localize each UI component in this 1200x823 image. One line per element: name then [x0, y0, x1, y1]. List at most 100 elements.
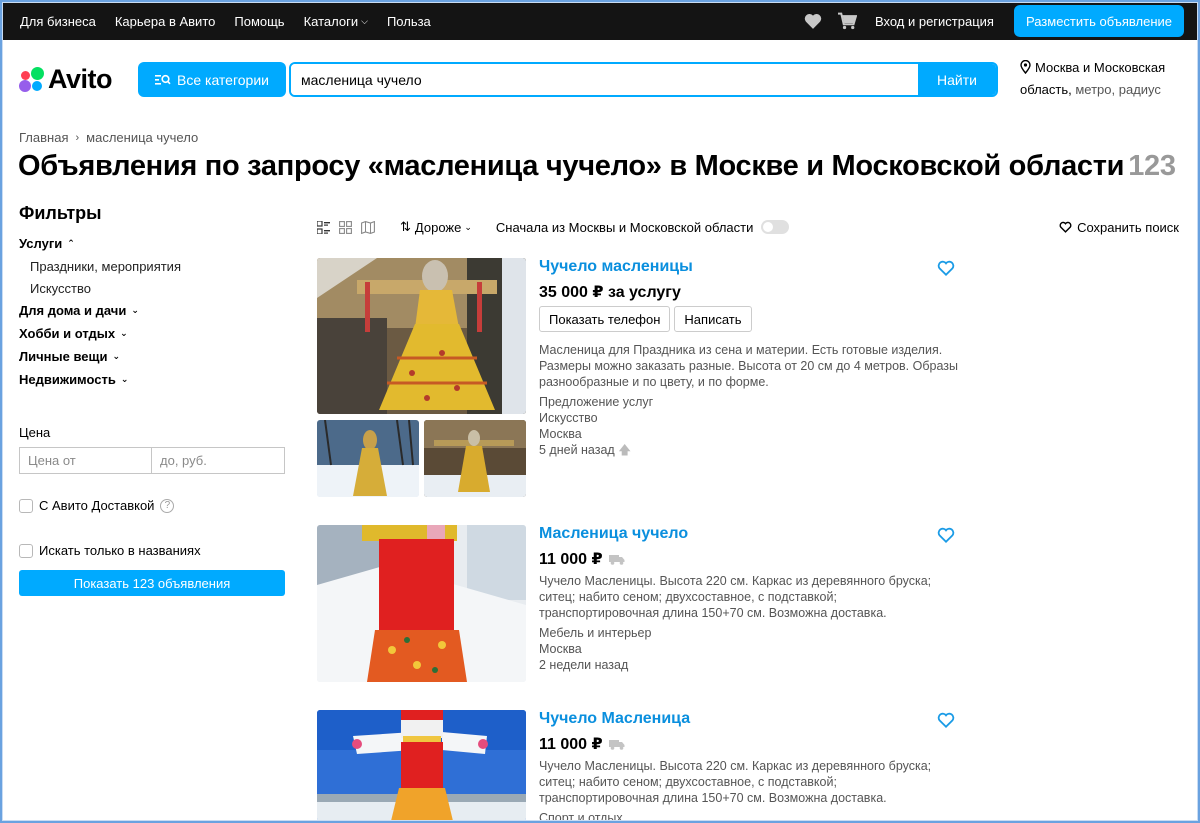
price-label: Цена: [19, 425, 51, 440]
search-input[interactable]: [291, 64, 918, 95]
delivery-checkbox[interactable]: [19, 498, 33, 513]
nav-link-business[interactable]: Для бизнеса: [20, 14, 96, 29]
listing-meta: Спорт и отдых: [539, 810, 623, 821]
moscow-first-toggle[interactable]: [761, 220, 790, 234]
filter-category-hobby[interactable]: Хобби и отдых ⌄: [19, 322, 285, 345]
delivery-truck-icon: [608, 739, 625, 750]
sort-arrows-icon: ⇅: [400, 219, 411, 234]
listing-photo-main[interactable]: [317, 258, 526, 414]
nav-link-catalogs[interactable]: Каталоги ⌵: [304, 14, 368, 29]
site-header: Avito Все категории Найти Москва и Моско…: [2, 40, 1198, 120]
listing-item[interactable]: Чучело масленицы 35 000 ₽ за услугу Пока…: [317, 258, 958, 498]
chevron-down-icon: ⌄: [120, 328, 128, 338]
breadcrumb-home[interactable]: Главная: [19, 130, 68, 145]
favorite-heart-icon[interactable]: [937, 527, 955, 545]
listing-description: Чучело Масленицы. Высота 220 см. Каркас …: [539, 759, 932, 805]
filter-subcategory-holidays[interactable]: Праздники, мероприятия: [19, 255, 285, 277]
titles-only-label: Искать только в названиях: [39, 543, 201, 558]
listing-photo-main[interactable]: [317, 525, 526, 682]
results-toolbar: ⇅ Дороже ⌄ Сначала из Москвы и Московско…: [317, 216, 1179, 238]
listing-price-value: 35 000 ₽ за услугу: [539, 284, 681, 301]
show-phone-button[interactable]: Показать телефон: [539, 306, 671, 332]
price-from-input[interactable]: [19, 447, 152, 474]
breadcrumb-current[interactable]: масленица чучело: [86, 130, 198, 145]
favorite-heart-icon[interactable]: [937, 260, 955, 278]
filter-category-services[interactable]: Услуги ⌃: [19, 232, 285, 255]
grid-view-icon[interactable]: [339, 220, 352, 234]
listing-title[interactable]: Чучело Масленица: [539, 710, 690, 728]
listing-title[interactable]: Масленица чучело: [539, 525, 688, 543]
listing-price-value: 11 000 ₽: [539, 551, 603, 568]
nav-link-help[interactable]: Помощь: [234, 14, 284, 29]
nav-link-benefit[interactable]: Польза: [387, 14, 431, 29]
avito-logo-dots-icon: [19, 66, 46, 93]
listing-photo-thumb[interactable]: [424, 420, 526, 497]
listing-price: 35 000 ₽ за услугу: [539, 282, 681, 302]
listing-meta-date: 2 недели назад: [539, 658, 629, 672]
moscow-first-toggle-row: Сначала из Москвы и Московской области: [496, 220, 790, 235]
page-title-text: Объявления по запросу «масленица чучело»…: [18, 150, 1125, 182]
nav-link-catalogs-label: Каталоги: [303, 13, 359, 29]
avito-logo[interactable]: Avito: [19, 64, 113, 95]
favorite-heart-icon[interactable]: [937, 712, 955, 730]
write-message-button[interactable]: Написать: [674, 306, 752, 332]
login-link[interactable]: Вход и регистрация: [875, 14, 994, 29]
search-button[interactable]: Найти: [918, 64, 996, 95]
search-bar: Найти: [289, 62, 998, 97]
listing-meta-date: 5 дней назад 🡅: [539, 442, 653, 458]
location-line1: Москва и Московская: [1035, 60, 1166, 75]
show-results-button[interactable]: Показать 123 объявления: [19, 570, 285, 596]
nav-link-career[interactable]: Карьера в Авито: [115, 14, 216, 29]
chevron-down-icon: ⌄: [464, 221, 472, 232]
titles-only-checkbox[interactable]: [19, 543, 33, 558]
help-question-icon[interactable]: ?: [160, 498, 175, 513]
listing-meta-category: Искусство: [539, 411, 598, 425]
favorites-heart-icon[interactable]: [803, 11, 823, 31]
listing-photo-main[interactable]: [317, 710, 526, 821]
price-to-input[interactable]: [152, 447, 285, 474]
breadcrumb-separator-icon: ›: [75, 131, 80, 144]
cart-icon[interactable]: [837, 11, 857, 31]
filter-category-hobby-label: Хобби и отдых: [19, 326, 116, 341]
save-search-label: Сохранить поиск: [1077, 219, 1179, 235]
filters-sidebar: Фильтры Услуги ⌃ Праздники, мероприятия И…: [19, 203, 285, 558]
listing-price: 11 000 ₽: [539, 549, 625, 569]
filter-category-realty-label: Недвижимость: [19, 372, 116, 387]
delivery-filter[interactable]: С Авито Доставкой ?: [19, 498, 285, 513]
listing-price: 11 000 ₽: [539, 734, 625, 754]
chevron-down-icon: ⌵: [361, 15, 368, 26]
breadcrumb: Главная › масленица чучело: [19, 130, 198, 145]
chevron-down-icon: ⌄: [131, 305, 139, 315]
listing-description: Масленица для Праздника из сена и матери…: [539, 343, 958, 389]
location-extra: метро, радиус: [1071, 82, 1161, 97]
chevron-down-icon: ⌄: [120, 374, 129, 384]
all-categories-label: Все категории: [177, 71, 269, 88]
listing-meta-category: Мебель и интерьер: [539, 626, 652, 640]
chevron-down-icon: ⌄: [112, 351, 121, 361]
listing-meta-type: Предложение услуг: [539, 395, 654, 409]
filter-category-home-label: Для дома и дачи: [19, 303, 127, 318]
listing-item[interactable]: Масленица чучело 11 000 ₽ Чучело Маслени…: [317, 525, 957, 683]
category-search-icon: [155, 73, 171, 87]
location-selector[interactable]: Москва и Московская область, метро, ради…: [1020, 58, 1190, 100]
all-categories-button[interactable]: Все категории: [138, 62, 286, 97]
listing-actions: Показать телефон Написать: [539, 306, 756, 332]
listing-title[interactable]: Чучело масленицы: [539, 258, 693, 276]
sort-dropdown[interactable]: ⇅ Дороже ⌄: [400, 219, 472, 235]
filter-category-realty[interactable]: Недвижимость ⌄: [19, 368, 285, 391]
listing-meta-category: Спорт и отдых: [539, 811, 623, 821]
map-view-icon[interactable]: [361, 220, 375, 234]
filter-category-home[interactable]: Для дома и дачи ⌄: [19, 299, 285, 322]
filter-subcategory-art[interactable]: Искусство: [19, 277, 285, 299]
listing-item[interactable]: Чучело Масленица 11 000 ₽ Чучело Маслени…: [317, 710, 957, 821]
titles-only-filter[interactable]: Искать только в названиях: [19, 543, 285, 558]
filter-category-personal[interactable]: Личные вещи ⌄: [19, 345, 285, 368]
filter-category-services-label: Услуги: [19, 236, 63, 251]
listing-photo-thumb[interactable]: [317, 420, 419, 497]
list-view-icon[interactable]: [317, 220, 330, 234]
heart-outline-icon: [1059, 221, 1072, 233]
post-ad-button[interactable]: Разместить объявление: [1013, 5, 1184, 37]
delivery-label: С Авито Доставкой: [39, 498, 155, 513]
listing-meta-city: Москва: [539, 642, 582, 656]
save-search-button[interactable]: Сохранить поиск: [1059, 220, 1179, 235]
